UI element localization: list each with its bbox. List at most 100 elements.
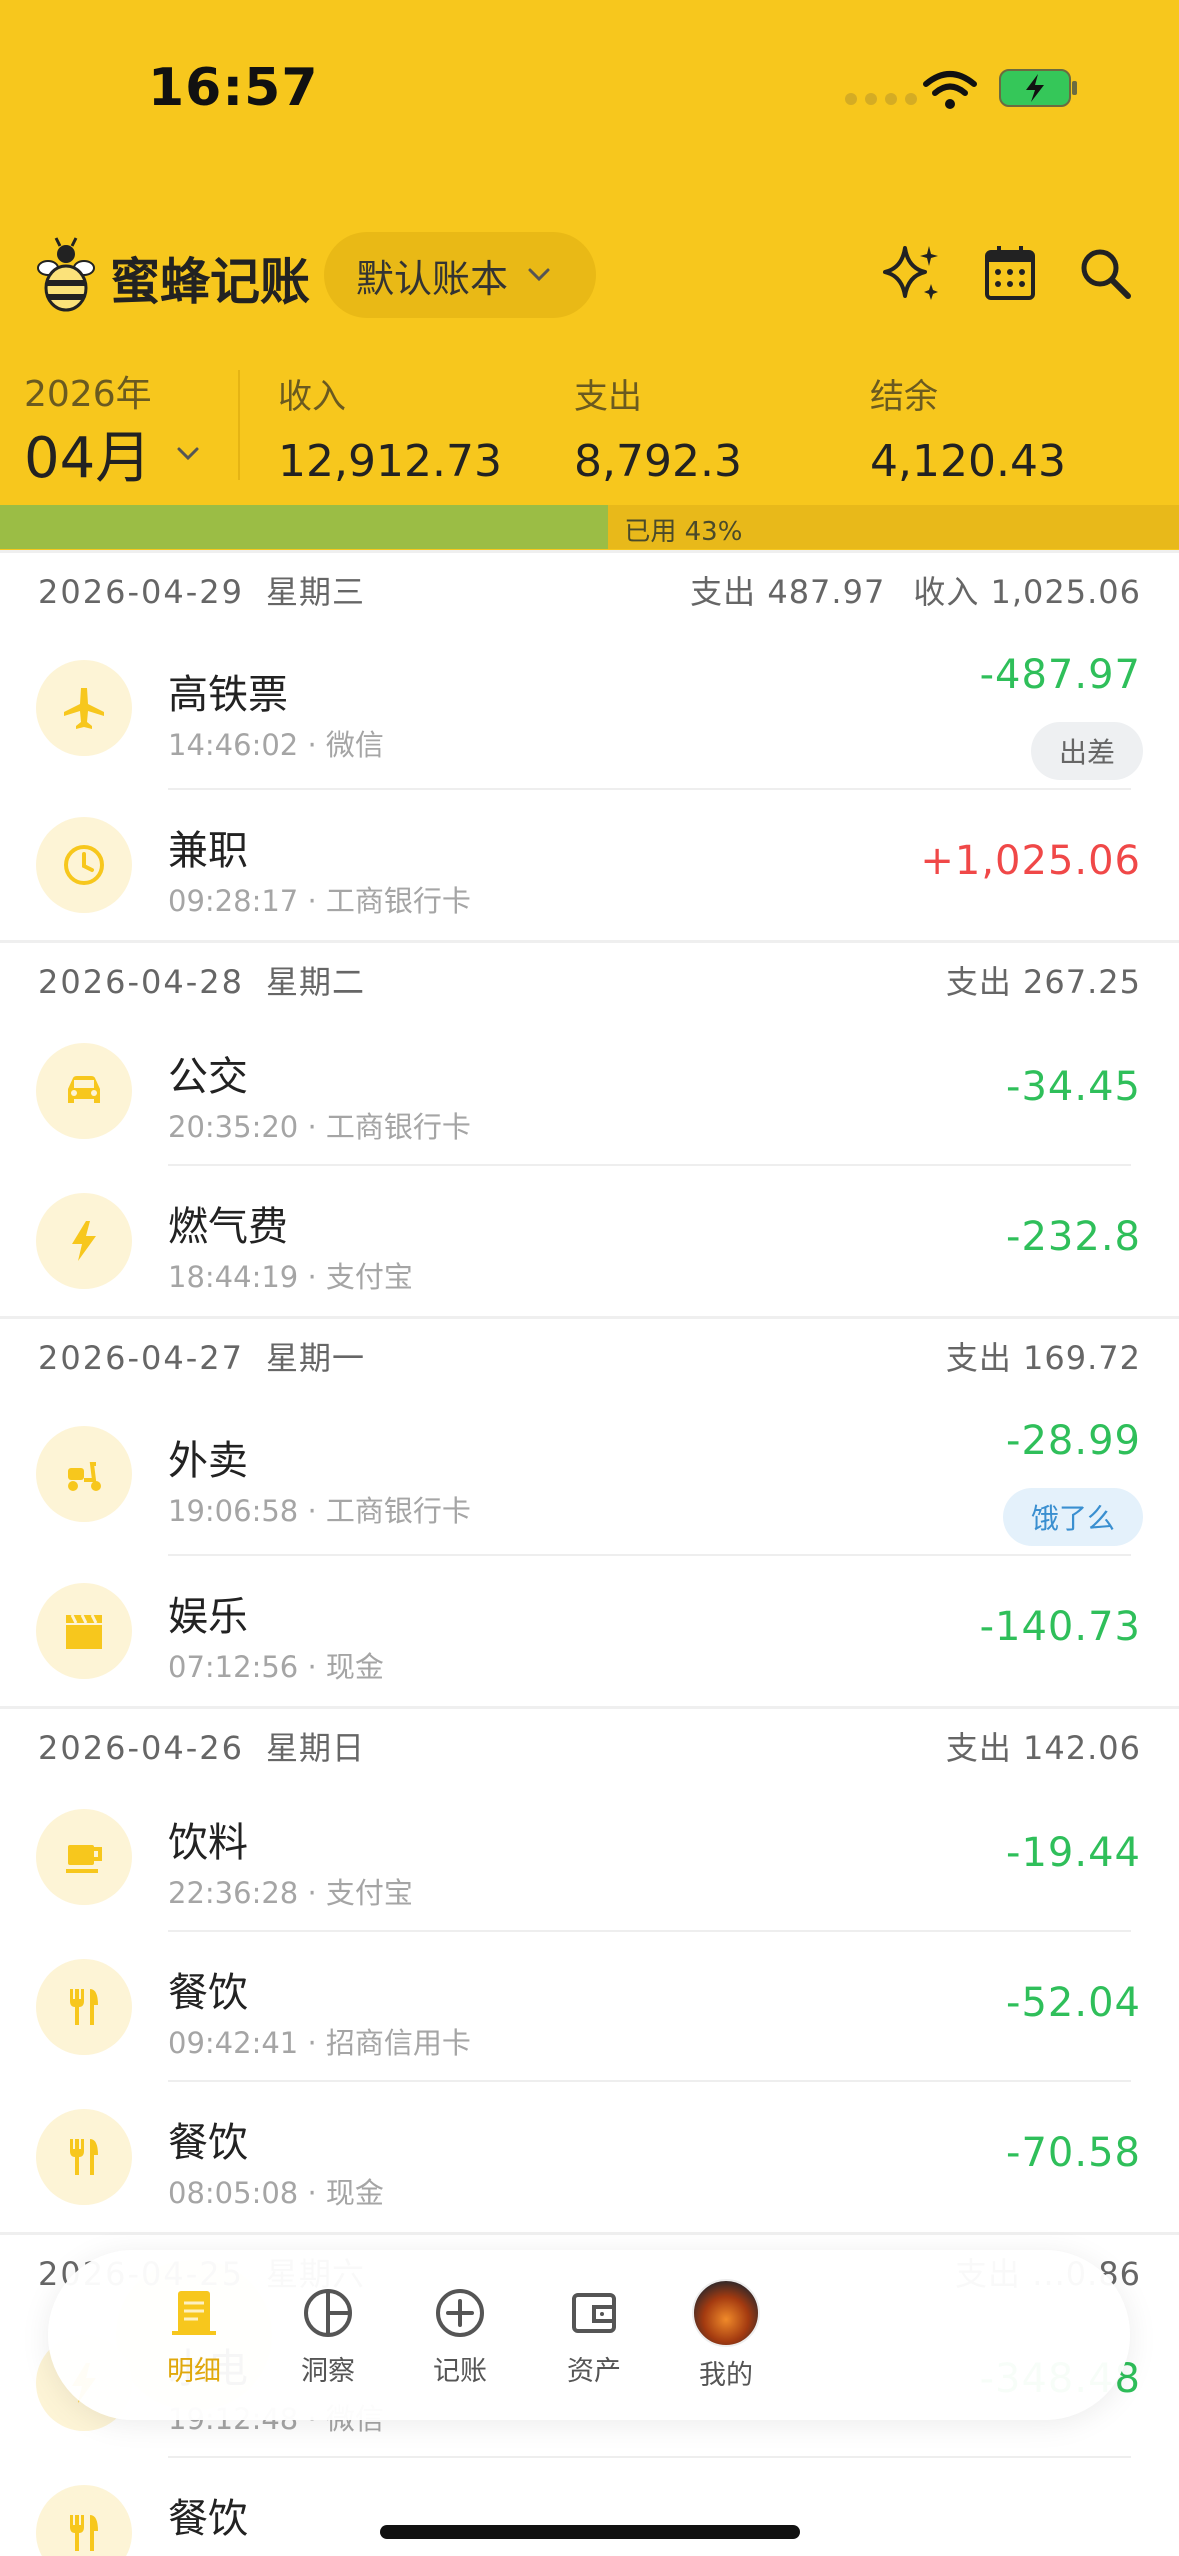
sparkle-icon[interactable] xyxy=(875,238,947,310)
tab-label: 洞察 xyxy=(301,2355,355,2387)
chevron-down-icon xyxy=(528,268,550,282)
home-indicator xyxy=(380,2525,800,2539)
transaction-meta: 19:06:58 · 工商银行卡 xyxy=(168,1494,471,1528)
calendar-icon[interactable] xyxy=(975,238,1047,310)
day-expense: 支出 169.72 xyxy=(945,1338,1141,1377)
clock-icon xyxy=(64,845,104,885)
scooter-icon xyxy=(68,1462,101,1491)
transaction-category: 兼职 xyxy=(168,828,248,874)
transaction-category: 餐饮 xyxy=(168,2496,248,2542)
balance-value: 4,120.43 xyxy=(870,436,1066,487)
tab-label: 明细 xyxy=(167,2355,221,2387)
transaction-category: 燃气费 xyxy=(168,1204,288,1250)
status-bar: 16:57 xyxy=(0,0,1179,170)
year-label: 2026年 xyxy=(24,374,152,415)
income-stat: 收入 12,912.73 xyxy=(278,369,502,487)
transaction-row[interactable]: 餐饮 08:05:08 · 现金 -70.58 xyxy=(0,2082,1179,2232)
search-icon[interactable] xyxy=(1070,238,1142,310)
transaction-meta: 09:28:17 · 工商银行卡 xyxy=(168,884,471,918)
weekday-text: 星期日 xyxy=(265,1728,365,1767)
day-income: 收入 1,025.06 xyxy=(913,572,1141,611)
transaction-amount: -19.44 xyxy=(1006,1830,1141,1876)
ledger-selector[interactable]: 默认账本 xyxy=(324,232,596,318)
transaction-tag[interactable]: 出差 xyxy=(1030,722,1143,780)
month-summary: 2026年 04月 收入 12,912.73 支出 8,792.3 结余 4,1… xyxy=(0,355,1179,505)
transaction-row[interactable]: 餐饮 xyxy=(0,2458,1179,2556)
category-icon-circle xyxy=(36,817,132,913)
transaction-amount: -28.99 xyxy=(1006,1418,1141,1464)
bee-logo-icon xyxy=(37,237,95,312)
transaction-row[interactable]: 外卖 19:06:58 · 工商银行卡 -28.99 饿了么 xyxy=(0,1392,1179,1556)
car-icon xyxy=(68,1076,100,1103)
transaction-amount: -34.45 xyxy=(1006,1064,1141,1110)
transaction-meta: 22:36:28 · 支付宝 xyxy=(168,1876,413,1910)
expense-label: 支出 xyxy=(574,377,642,417)
budget-progress-bar: 已用 43% xyxy=(0,505,1179,549)
day-expense: 支出 267.25 xyxy=(945,962,1141,1001)
category-icon-circle xyxy=(36,1959,132,2055)
transaction-category: 外卖 xyxy=(168,1438,248,1484)
category-icon-circle xyxy=(36,1043,132,1139)
month-label: 04月 xyxy=(24,426,152,491)
transaction-row[interactable]: 燃气费 18:44:19 · 支付宝 -232.8 xyxy=(0,1166,1179,1316)
day-totals: 支出 142.06 xyxy=(946,1723,1141,1769)
expense-stat: 支出 8,792.3 xyxy=(574,369,742,487)
day-totals: 支出 169.72 xyxy=(946,1333,1141,1379)
tab-label: 资产 xyxy=(567,2355,621,2387)
transaction-row[interactable]: 高铁票 14:46:02 · 微信 -487.97 出差 xyxy=(0,626,1179,790)
cellular-signal-icon xyxy=(845,93,917,105)
transaction-row[interactable]: 娱乐 07:12:56 · 现金 -140.73 xyxy=(0,1556,1179,1706)
transaction-category: 饮料 xyxy=(168,1820,248,1866)
transaction-category: 公交 xyxy=(168,1054,248,1100)
transaction-row[interactable]: 餐饮 09:42:41 · 招商信用卡 -52.04 xyxy=(0,1932,1179,2082)
plus-circle-icon xyxy=(436,2288,484,2337)
income-value: 12,912.73 xyxy=(278,436,502,487)
day-date: 2026-04-28 星期二 xyxy=(38,957,365,1003)
wallet-icon xyxy=(572,2292,616,2333)
fork-knife-icon xyxy=(70,1989,98,2025)
date-text: 2026-04-28 xyxy=(38,962,244,1001)
day-header: 2026-04-27 星期一 支出 169.72 xyxy=(0,1316,1179,1392)
transaction-row[interactable]: 公交 20:35:20 · 工商银行卡 -34.45 xyxy=(0,1016,1179,1166)
category-icon-circle xyxy=(36,660,132,756)
transaction-meta: 14:46:02 · 微信 xyxy=(168,728,384,762)
transaction-amount: -52.04 xyxy=(1006,1980,1141,2026)
category-icon-circle xyxy=(36,1583,132,1679)
transaction-meta: 20:35:20 · 工商银行卡 xyxy=(168,1110,471,1144)
day-date: 2026-04-26 星期日 xyxy=(38,1723,365,1769)
tab-label: 记账 xyxy=(433,2355,487,2387)
weekday-text: 星期一 xyxy=(265,1338,365,1377)
transaction-category: 娱乐 xyxy=(168,1594,248,1640)
transaction-amount: -487.97 xyxy=(979,652,1141,698)
fork-knife-icon xyxy=(70,2515,98,2551)
avatar xyxy=(692,2278,760,2347)
transaction-amount: -70.58 xyxy=(1006,2130,1141,2176)
transaction-category: 高铁票 xyxy=(168,672,288,718)
category-icon-circle xyxy=(36,1193,132,1289)
transaction-meta: 09:42:41 · 招商信用卡 xyxy=(168,2026,471,2060)
day-header: 2026-04-26 星期日 支出 142.06 xyxy=(0,1706,1179,1782)
chevron-down-icon xyxy=(177,447,199,460)
transaction-row[interactable]: 兼职 09:28:17 · 工商银行卡 +1,025.06 xyxy=(0,790,1179,940)
day-expense: 支出 142.06 xyxy=(945,1728,1141,1767)
category-icon-circle xyxy=(36,2109,132,2205)
day-totals: 支出 267.25 xyxy=(946,957,1141,1003)
app-bar: 蜜蜂记账 默认账本 xyxy=(0,220,1179,330)
transaction-amount: -140.73 xyxy=(979,1604,1141,1650)
day-totals: 支出 487.97 收入 1,025.06 xyxy=(690,567,1141,613)
clapperboard-icon xyxy=(66,1614,102,1649)
balance-stat: 结余 4,120.43 xyxy=(870,369,1066,487)
day-header: 2026-04-29 星期三 支出 487.97 收入 1,025.06 xyxy=(0,550,1179,626)
month-picker[interactable]: 04月 xyxy=(24,413,205,494)
tab-label: 我的 xyxy=(699,2359,753,2391)
day-header: 2026-04-28 星期二 支出 267.25 xyxy=(0,940,1179,1016)
transaction-row[interactable]: 饮料 22:36:28 · 支付宝 -19.44 xyxy=(0,1782,1179,1932)
transaction-meta: 18:44:19 · 支付宝 xyxy=(168,1260,413,1294)
budget-used-text: 已用 43% xyxy=(624,517,743,547)
transaction-category: 餐饮 xyxy=(168,1970,248,2016)
wifi-icon xyxy=(923,71,977,109)
tab-4[interactable]: 我的 xyxy=(626,2250,826,2420)
date-text: 2026-04-26 xyxy=(38,1728,244,1767)
transaction-tag[interactable]: 饿了么 xyxy=(1002,1488,1143,1546)
transaction-amount: -232.8 xyxy=(1006,1214,1141,1260)
